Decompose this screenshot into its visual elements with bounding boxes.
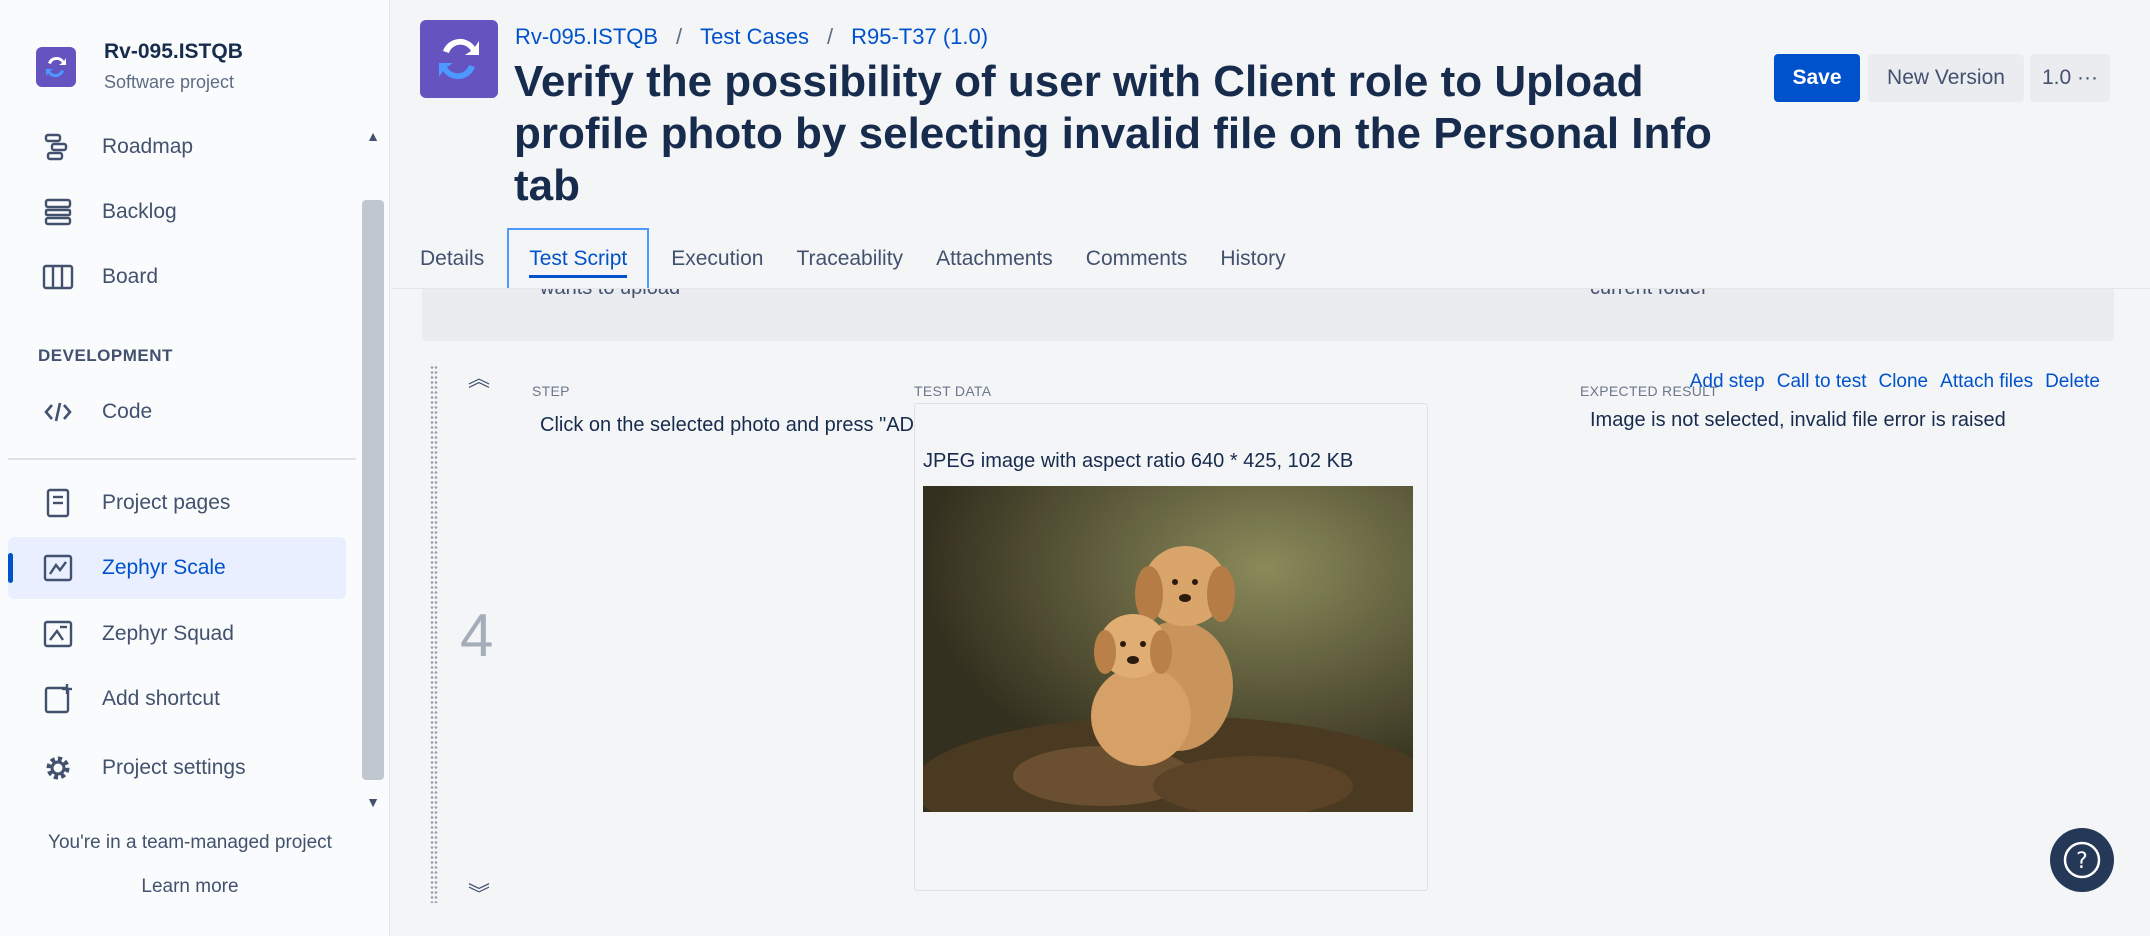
move-down-icon[interactable]: ︾ — [468, 877, 490, 909]
sidebar-item-zephyr-squad[interactable]: Zephyr Squad — [8, 603, 346, 665]
breadcrumb-separator: / — [827, 24, 834, 49]
section-title-development: DEVELOPMENT — [38, 346, 173, 365]
project-name: Rv-095.ISTQB — [104, 40, 243, 63]
zephyr-squad-icon — [38, 619, 78, 649]
page-title[interactable]: Verify the possibility of user with Clie… — [514, 56, 1714, 212]
gear-icon — [38, 753, 78, 783]
board-icon — [38, 262, 78, 292]
sidebar-item-label: Roadmap — [102, 135, 194, 158]
sidebar-item-backlog[interactable]: Backlog — [8, 181, 346, 243]
add-step-link[interactable]: Add step — [1690, 371, 1765, 393]
scroll-up-arrow[interactable]: ▲ — [362, 128, 384, 144]
step-actions: Add step Call to test Clone Attach files… — [1690, 371, 2100, 393]
attach-files-link[interactable]: Attach files — [1940, 371, 2033, 393]
sidebar-item-label: Zephyr Scale — [102, 556, 226, 579]
more-icon: ··· — [2077, 66, 2099, 89]
step-number: 4 — [460, 602, 494, 669]
sidebar-item-project-settings[interactable]: Project settings — [8, 737, 346, 799]
previous-expected-text: current folder — [1590, 289, 1708, 300]
test-data-field[interactable]: JPEG image with aspect ratio 640 * 425, … — [914, 403, 1428, 891]
sidebar-item-project-pages[interactable]: Project pages — [8, 472, 346, 534]
project-header[interactable]: Rv-095.ISTQB Software project — [36, 40, 243, 93]
scroll-down-arrow[interactable]: ▼ — [362, 794, 384, 810]
sidebar-item-add-shortcut[interactable]: Add shortcut — [8, 668, 346, 730]
delete-link[interactable]: Delete — [2045, 371, 2100, 393]
expected-result-text[interactable]: Image is not selected, invalid file erro… — [1590, 409, 2006, 432]
sidebar-item-label: Add shortcut — [102, 687, 220, 710]
project-avatar — [36, 46, 76, 87]
learn-more-link[interactable]: Learn more — [0, 876, 380, 898]
tab-execution[interactable]: Execution — [671, 228, 763, 290]
breadcrumb-project[interactable]: Rv-095.ISTQB — [515, 24, 658, 50]
code-icon — [38, 397, 78, 427]
backlog-icon — [38, 197, 78, 227]
project-type: Software project — [104, 72, 235, 92]
page-icon — [38, 488, 78, 518]
step-column-label: STEP — [532, 383, 570, 399]
sidebar-item-zephyr-scale[interactable]: Zephyr Scale — [8, 537, 346, 599]
tab-attachments[interactable]: Attachments — [936, 228, 1053, 290]
test-script-area: wants to upload current folder ︽ 4 ︾ STE… — [392, 288, 2150, 936]
previous-step-row[interactable]: wants to upload current folder — [422, 289, 2114, 341]
roadmap-icon — [38, 132, 78, 162]
sidebar-item-label: Zephyr Squad — [102, 622, 234, 645]
puppy-photo — [923, 486, 1413, 812]
drag-handle[interactable] — [430, 365, 438, 903]
sidebar-divider — [8, 458, 356, 460]
tab-details[interactable]: Details — [420, 228, 484, 290]
version-label: 1.0 — [2041, 66, 2072, 89]
call-to-test-link[interactable]: Call to test — [1777, 371, 1867, 393]
sidebar-item-code[interactable]: Code — [8, 381, 346, 443]
tab-test-script[interactable]: Test Script — [507, 228, 650, 290]
test-data-column-label: TEST DATA — [914, 383, 992, 399]
add-shortcut-icon — [38, 683, 78, 715]
move-up-icon[interactable]: ︽ — [468, 361, 490, 393]
sidebar-item-label: Project pages — [102, 491, 231, 514]
tab-comments[interactable]: Comments — [1086, 228, 1188, 290]
clone-link[interactable]: Clone — [1878, 371, 1928, 393]
sidebar-item-roadmap[interactable]: Roadmap — [8, 116, 346, 178]
sidebar-scrollbar[interactable] — [362, 200, 384, 780]
breadcrumb-test-cases[interactable]: Test Cases — [700, 24, 809, 50]
previous-step-text: wants to upload — [540, 289, 680, 300]
main-panel: Rv-095.ISTQB / Test Cases / R95-T37 (1.0… — [392, 0, 2150, 936]
save-button[interactable]: Save — [1774, 54, 1860, 102]
tab-bar: Details Test Script Execution Traceabili… — [420, 228, 1319, 290]
sidebar-item-label: Code — [102, 400, 153, 423]
zephyr-scale-icon — [38, 553, 78, 583]
test-case-avatar — [420, 20, 498, 98]
breadcrumb-test-case-key[interactable]: R95-T37 (1.0) — [851, 24, 988, 50]
team-managed-note: You're in a team-managed project — [48, 832, 332, 853]
sidebar-item-label: Backlog — [102, 200, 177, 223]
breadcrumb: Rv-095.ISTQB / Test Cases / R95-T37 (1.0… — [515, 24, 988, 50]
help-button[interactable]: ? — [2050, 828, 2114, 892]
test-data-text: JPEG image with aspect ratio 640 * 425, … — [923, 450, 1354, 472]
sidebar-item-label: Board — [102, 265, 159, 288]
tab-history[interactable]: History — [1220, 228, 1285, 290]
svg-text:?: ? — [2076, 849, 2088, 874]
new-version-button[interactable]: New Version — [1868, 54, 2024, 102]
step-row[interactable]: ︽ 4 ︾ STEP TEST DATA EXPECTED RESULT Add… — [422, 361, 2114, 909]
version-menu-button[interactable]: 1.0 ··· — [2030, 54, 2110, 102]
sidebar: Rv-095.ISTQB Software project Roadmap Ba… — [0, 0, 390, 936]
tab-traceability[interactable]: Traceability — [796, 228, 903, 290]
sidebar-item-board[interactable]: Board — [8, 246, 346, 308]
sidebar-item-label: Project settings — [102, 756, 246, 779]
breadcrumb-separator: / — [676, 24, 683, 49]
